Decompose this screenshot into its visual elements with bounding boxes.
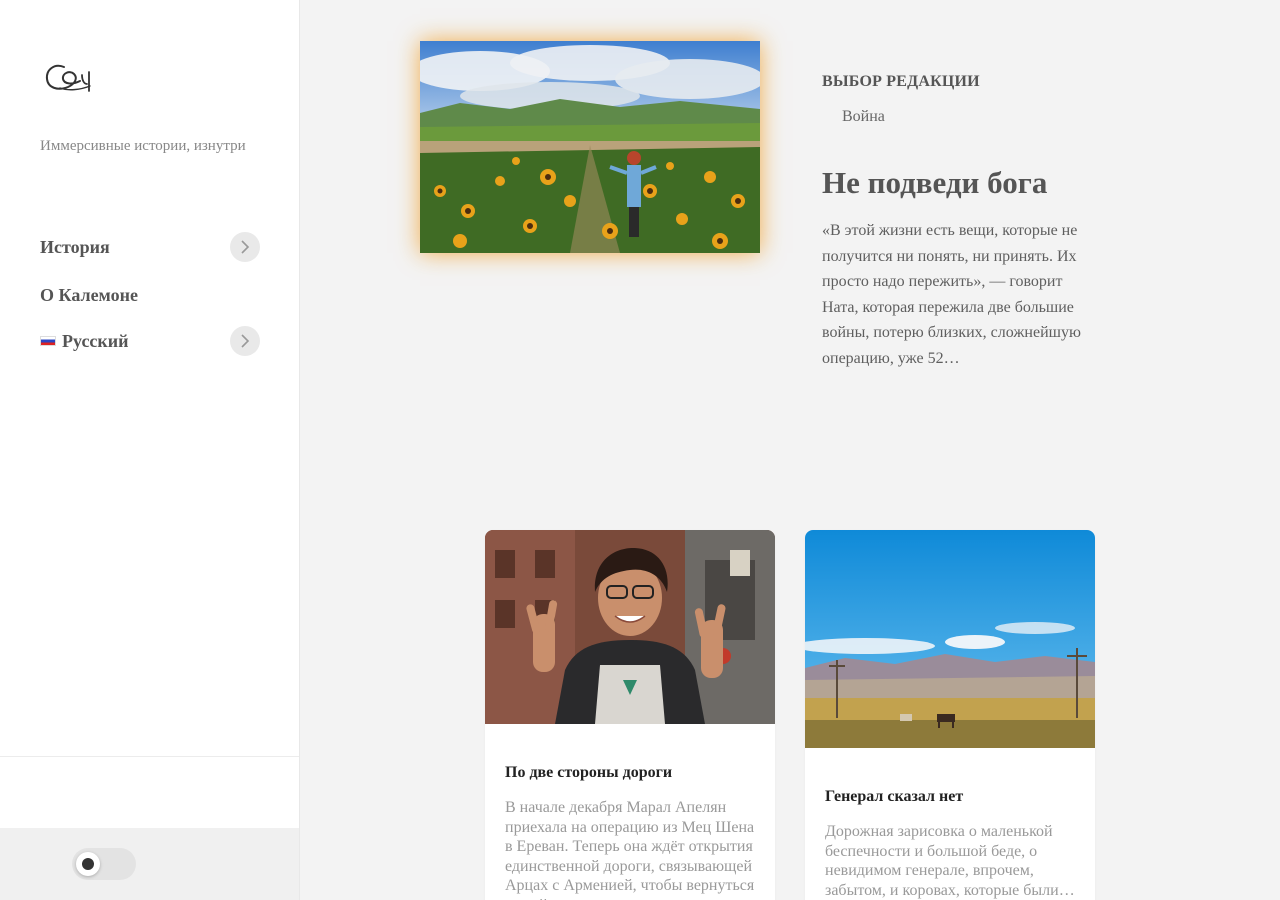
landscape-horses-photo: [805, 530, 1095, 748]
sidebar-footer: [0, 828, 299, 900]
category-link[interactable]: Война: [842, 108, 885, 126]
editors-choice-kicker: ВЫБОР РЕДАКЦИИ: [822, 73, 980, 90]
sunflower-field-photo: [420, 41, 760, 253]
toggle-knob: [76, 852, 100, 876]
card-excerpt: Дорожная зарисовка о маленькой беспечнос…: [825, 823, 1075, 899]
card-body: Генерал сказал нет Дорожная зарисовка о …: [805, 788, 1095, 900]
featured-excerpt: «В этой жизни есть вещи, которые не полу…: [822, 222, 1081, 367]
nav-item-about[interactable]: О Калемоне: [40, 280, 260, 310]
nav-item-label: История: [40, 236, 110, 257]
featured-title[interactable]: Не подведи бога: [822, 165, 1047, 201]
card-title[interactable]: По две стороны дороги: [505, 764, 755, 782]
ru-flag-icon: [40, 336, 56, 346]
site-tagline: Иммерсивные истории, изнутри: [40, 138, 246, 154]
article-card[interactable]: По две стороны дороги В начале декабря М…: [485, 530, 775, 900]
nav-item-label: О Калемоне: [40, 284, 138, 305]
logo-icon[interactable]: [42, 58, 98, 98]
featured-image[interactable]: [420, 41, 760, 253]
card-title[interactable]: Генерал сказал нет: [825, 788, 1075, 806]
card-body: По две стороны дороги В начале декабря М…: [485, 764, 775, 900]
main-nav: История О Калемоне Русский: [40, 232, 260, 356]
sidebar-divider: [0, 756, 299, 757]
card-excerpt: В начале декабря Марал Апелян приехала н…: [505, 799, 755, 900]
chevron-right-icon[interactable]: [230, 326, 260, 356]
chevron-right-icon[interactable]: [230, 232, 260, 262]
dark-mode-toggle[interactable]: [72, 848, 136, 880]
nav-item-label: Русский: [62, 330, 129, 351]
sidebar: Иммерсивные истории, изнутри История О К…: [0, 0, 300, 900]
article-card[interactable]: Генерал сказал нет Дорожная зарисовка о …: [805, 530, 1095, 900]
nav-item-language[interactable]: Русский: [40, 326, 260, 356]
girl-peace-sign-photo: [485, 530, 775, 724]
nav-item-history[interactable]: История: [40, 232, 260, 262]
